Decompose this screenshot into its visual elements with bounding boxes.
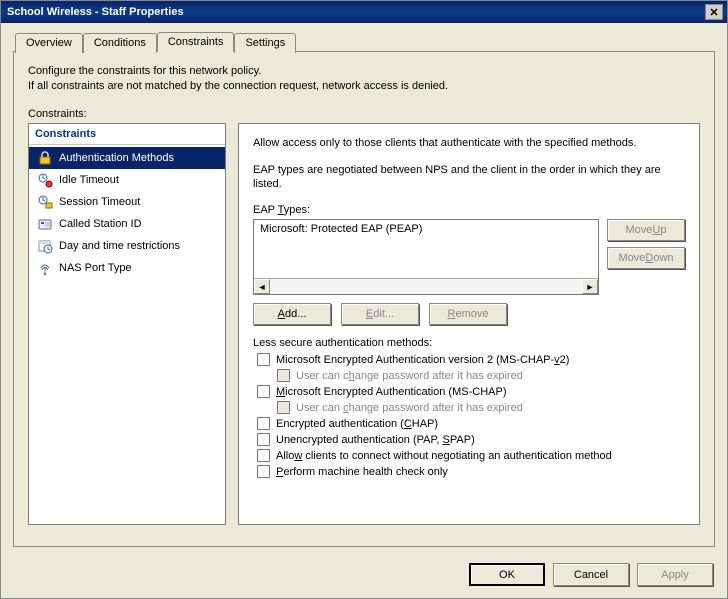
eap-buttons: Add... Edit... Remove (253, 303, 685, 325)
intro-line-2: If all constraints are not matched by th… (28, 79, 700, 94)
checkbox-mschap[interactable] (257, 385, 270, 398)
check-mschap: Microsoft Encrypted Authentication (MS-C… (257, 385, 685, 398)
eap-types-list[interactable]: Microsoft: Protected EAP (PEAP) ◄ ► (253, 219, 599, 295)
scroll-right-arrow[interactable]: ► (582, 279, 598, 294)
check-change-password-1: User can change password after it has ex… (277, 369, 685, 382)
dialog-body: Overview Conditions Constraints Settings… (1, 23, 727, 557)
constraints-label: Constraints: (28, 108, 700, 120)
tab-conditions[interactable]: Conditions (83, 33, 157, 53)
intro-text: Configure the constraints for this netwo… (28, 64, 700, 94)
checkbox-mschapv2[interactable] (257, 353, 270, 366)
calendar-icon (37, 238, 53, 254)
constraints-tree: Constraints Authentication Methods (28, 123, 226, 525)
less-secure-label: Less secure authentication methods: (253, 337, 685, 349)
close-icon: ✕ (709, 6, 718, 19)
apply-button[interactable]: Apply (637, 563, 713, 586)
check-label: Microsoft Encrypted Authentication (MS-C… (276, 386, 506, 398)
less-secure-section: Less secure authentication methods: Micr… (253, 337, 685, 478)
tab-strip: Overview Conditions Constraints Settings (15, 31, 715, 51)
eap-section: Microsoft: Protected EAP (PEAP) ◄ ► Move… (253, 219, 685, 295)
check-label: Microsoft Encrypted Authentication versi… (276, 354, 569, 366)
check-change-password-2: User can change password after it has ex… (277, 401, 685, 414)
check-chap: Encrypted authentication (CHAP) (257, 417, 685, 430)
check-label: User can change password after it has ex… (296, 402, 523, 414)
move-down-button[interactable]: Move Down (607, 247, 685, 269)
scroll-track[interactable] (270, 279, 582, 294)
main-layout: Constraints Authentication Methods (28, 123, 700, 525)
horizontal-scrollbar[interactable]: ◄ ► (254, 278, 598, 294)
tab-overview[interactable]: Overview (15, 33, 83, 53)
lock-icon (37, 150, 53, 166)
eap-types-label: EAP Types: (253, 204, 685, 216)
check-allow-no-negotiate: Allow clients to connect without negotia… (257, 449, 685, 462)
tree-item-label: NAS Port Type (59, 262, 132, 274)
add-button[interactable]: Add... (253, 303, 331, 325)
move-buttons: Move Up Move Down (607, 219, 685, 269)
checkbox-allow-no-negotiate[interactable] (257, 449, 270, 462)
edit-button[interactable]: Edit... (341, 303, 419, 325)
tree-list: Authentication Methods Idle Timeout (29, 145, 225, 281)
tree-header: Constraints (29, 124, 225, 145)
checkbox-change-password-1 (277, 369, 290, 382)
window-title: School Wireless - Staff Properties (5, 6, 705, 18)
move-up-button[interactable]: Move Up (607, 219, 685, 241)
properties-dialog: School Wireless - Staff Properties ✕ Ove… (0, 0, 728, 599)
tree-item-day-time-restrictions[interactable]: Day and time restrictions (29, 235, 225, 257)
tab-constraints[interactable]: Constraints (157, 32, 235, 52)
check-label: Allow clients to connect without negotia… (276, 450, 612, 462)
intro-line-1: Configure the constraints for this netwo… (28, 64, 700, 79)
check-pap: Unencrypted authentication (PAP, SPAP) (257, 433, 685, 446)
cancel-button[interactable]: Cancel (553, 563, 629, 586)
dialog-buttons: OK Cancel Apply (469, 563, 713, 586)
checkbox-machine-health[interactable] (257, 465, 270, 478)
phone-icon (37, 216, 53, 232)
session-icon (37, 194, 53, 210)
tree-item-authentication-methods[interactable]: Authentication Methods (29, 147, 225, 169)
right-desc-1: Allow access only to those clients that … (253, 136, 685, 151)
check-label: User can change password after it has ex… (296, 370, 523, 382)
check-label: Encrypted authentication (CHAP) (276, 418, 438, 430)
check-label: Unencrypted authentication (PAP, SPAP) (276, 434, 475, 446)
tab-settings[interactable]: Settings (234, 33, 296, 53)
right-panel: Allow access only to those clients that … (238, 123, 700, 525)
tree-item-session-timeout[interactable]: Session Timeout (29, 191, 225, 213)
right-desc-2: EAP types are negotiated between NPS and… (253, 163, 685, 193)
tree-item-called-station-id[interactable]: Called Station ID (29, 213, 225, 235)
checkbox-change-password-2 (277, 401, 290, 414)
tree-item-label: Session Timeout (59, 196, 140, 208)
idle-icon (37, 172, 53, 188)
check-machine-health: Perform machine health check only (257, 465, 685, 478)
remove-button[interactable]: Remove (429, 303, 507, 325)
tab-panel-constraints: Configure the constraints for this netwo… (13, 51, 715, 547)
close-button[interactable]: ✕ (705, 4, 723, 20)
checkbox-pap[interactable] (257, 433, 270, 446)
tree-item-idle-timeout[interactable]: Idle Timeout (29, 169, 225, 191)
check-label: Perform machine health check only (276, 466, 448, 478)
tree-item-label: Authentication Methods (59, 152, 174, 164)
tree-item-label: Called Station ID (59, 218, 142, 230)
check-mschapv2: Microsoft Encrypted Authentication versi… (257, 353, 685, 366)
tree-item-label: Day and time restrictions (59, 240, 180, 252)
tree-item-label: Idle Timeout (59, 174, 119, 186)
title-bar: School Wireless - Staff Properties ✕ (1, 1, 727, 23)
eap-item[interactable]: Microsoft: Protected EAP (PEAP) (258, 222, 594, 236)
scroll-left-arrow[interactable]: ◄ (254, 279, 270, 294)
ok-button[interactable]: OK (469, 563, 545, 586)
nas-icon (37, 260, 53, 276)
checkbox-chap[interactable] (257, 417, 270, 430)
tree-item-nas-port-type[interactable]: NAS Port Type (29, 257, 225, 279)
